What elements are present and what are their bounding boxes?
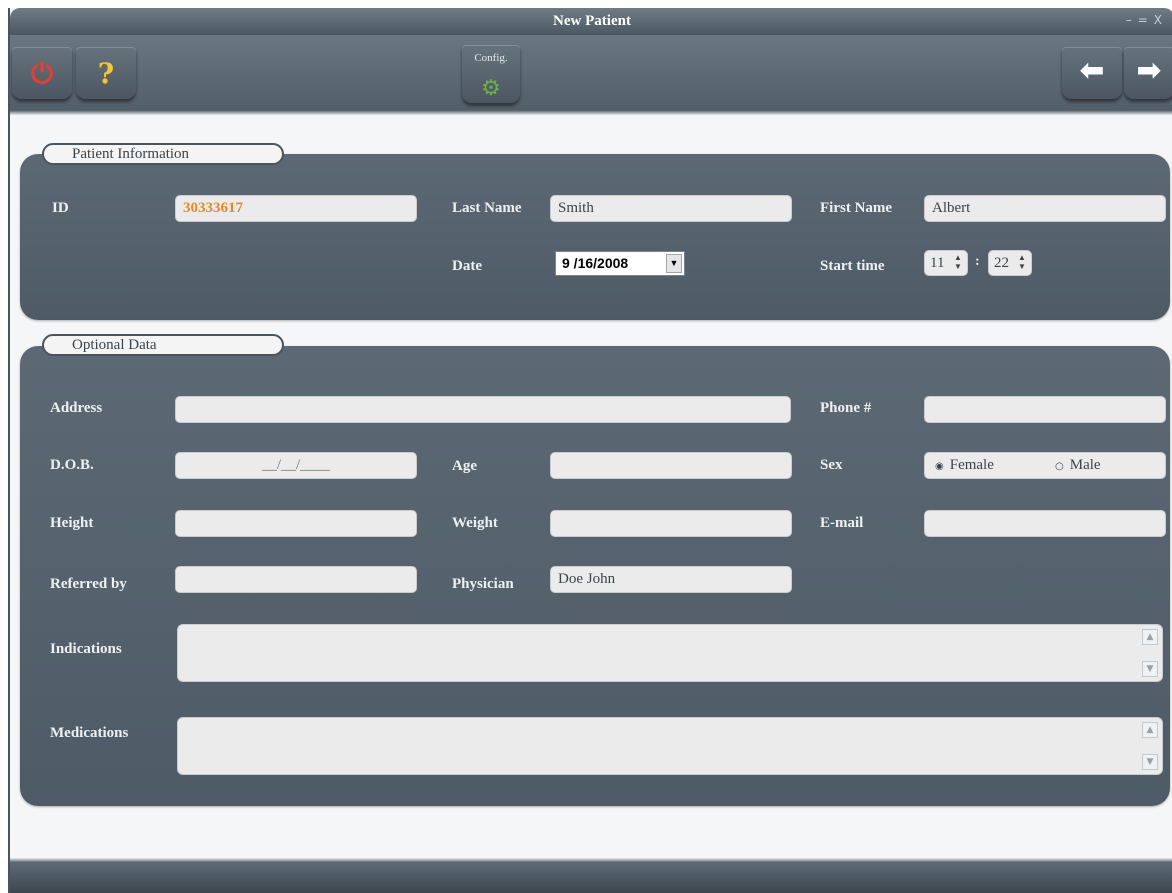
height-field[interactable] bbox=[175, 510, 417, 537]
phone-field[interactable] bbox=[924, 396, 1166, 423]
scroll-up-icon[interactable]: ▲ bbox=[1142, 722, 1158, 738]
age-label: Age bbox=[452, 458, 477, 474]
back-button[interactable]: ⬅ bbox=[1062, 47, 1122, 99]
email-label: E-mail bbox=[820, 515, 864, 531]
time-separator: : bbox=[975, 254, 980, 269]
config-button[interactable]: Config. ⚙ bbox=[462, 45, 520, 103]
email-field[interactable] bbox=[924, 510, 1166, 537]
first-name-field[interactable]: Albert bbox=[924, 195, 1166, 222]
title-bar: New Patient –=X bbox=[10, 8, 1172, 35]
height-label: Height bbox=[50, 515, 94, 531]
hour-stepper[interactable]: 11 ▲ ▼ bbox=[924, 250, 968, 276]
arrow-right-icon: ➡ bbox=[1136, 53, 1162, 88]
medications-scrollbar[interactable]: ▲ ▼ bbox=[1142, 722, 1158, 770]
address-label: Address bbox=[50, 400, 103, 416]
id-label: ID bbox=[52, 200, 69, 216]
forward-button[interactable]: ➡ bbox=[1124, 47, 1172, 99]
date-value: 9 /16/2008 bbox=[562, 255, 629, 271]
minimize-button[interactable]: – bbox=[1126, 13, 1138, 27]
hour-value: 11 bbox=[930, 255, 945, 271]
physician-label: Physician bbox=[452, 576, 514, 592]
power-icon: ⏻ bbox=[30, 57, 54, 90]
weight-label: Weight bbox=[452, 515, 498, 531]
help-button[interactable]: ? bbox=[76, 47, 136, 99]
referred-by-field[interactable] bbox=[175, 566, 417, 593]
sex-female-radio[interactable]: ◉ Female bbox=[935, 453, 994, 479]
first-name-label: First Name bbox=[820, 200, 893, 216]
sex-label: Sex bbox=[820, 457, 843, 473]
new-patient-window: New Patient –=X ⏻ ? Config. ⚙ ⬅ ➡ ID 303… bbox=[8, 8, 1172, 893]
chevron-down-icon[interactable]: ▼ bbox=[666, 254, 682, 273]
physician-field[interactable]: Doe John bbox=[550, 566, 792, 593]
date-picker[interactable]: 9 /16/2008 ▼ bbox=[555, 251, 685, 276]
optional-data-panel: Address Phone # D.O.B. __/__/____ Age Se… bbox=[20, 346, 1170, 806]
window-title: New Patient bbox=[553, 13, 631, 29]
indications-scrollbar[interactable]: ▲ ▼ bbox=[1142, 629, 1158, 677]
last-name-field[interactable]: Smith bbox=[550, 195, 792, 222]
age-field[interactable] bbox=[550, 452, 792, 479]
last-name-label: Last Name bbox=[452, 200, 522, 216]
stepper-arrows-icon[interactable]: ▲ ▼ bbox=[1016, 253, 1028, 271]
sex-radio-group: ◉ Female ○ Male bbox=[924, 452, 1166, 479]
radio-unselected-icon: ○ bbox=[1055, 461, 1064, 472]
weight-field[interactable] bbox=[550, 510, 792, 537]
power-button[interactable]: ⏻ bbox=[12, 47, 72, 99]
address-field[interactable] bbox=[175, 396, 791, 423]
id-field[interactable]: 30333617 bbox=[175, 195, 417, 222]
referred-by-label: Referred by bbox=[50, 576, 127, 592]
window-controls: –=X bbox=[1126, 13, 1168, 27]
scroll-down-icon[interactable]: ▼ bbox=[1142, 661, 1158, 677]
maximize-button[interactable]: = bbox=[1138, 13, 1154, 27]
arrow-left-icon: ⬅ bbox=[1079, 53, 1105, 88]
male-label: Male bbox=[1069, 457, 1101, 473]
indications-label: Indications bbox=[50, 641, 122, 657]
date-label: Date bbox=[452, 258, 482, 274]
config-label: Config. bbox=[474, 52, 508, 64]
dob-label: D.O.B. bbox=[50, 457, 94, 473]
female-label: Female bbox=[949, 457, 994, 473]
medications-label: Medications bbox=[50, 725, 129, 741]
minute-value: 22 bbox=[994, 255, 1009, 271]
patient-information-tab: Patient Information bbox=[42, 143, 284, 165]
patient-information-panel: ID 30333617 Last Name Smith First Name A… bbox=[20, 154, 1170, 320]
status-bar bbox=[10, 858, 1172, 893]
minute-stepper[interactable]: 22 ▲ ▼ bbox=[988, 250, 1032, 276]
dob-field[interactable]: __/__/____ bbox=[175, 452, 417, 479]
scroll-up-icon[interactable]: ▲ bbox=[1142, 629, 1158, 645]
phone-label: Phone # bbox=[820, 400, 872, 416]
scroll-down-icon[interactable]: ▼ bbox=[1142, 754, 1158, 770]
start-time-label: Start time bbox=[820, 258, 885, 274]
close-button[interactable]: X bbox=[1154, 13, 1168, 27]
medications-textarea[interactable]: ▲ ▼ bbox=[177, 717, 1163, 775]
optional-data-tab: Optional Data bbox=[42, 334, 284, 356]
radio-selected-icon: ◉ bbox=[935, 461, 944, 472]
help-icon: ? bbox=[97, 57, 115, 90]
stepper-arrows-icon[interactable]: ▲ ▼ bbox=[952, 253, 964, 271]
indications-textarea[interactable]: ▲ ▼ bbox=[177, 624, 1163, 682]
toolbar: ⏻ ? Config. ⚙ ⬅ ➡ bbox=[10, 35, 1172, 115]
sex-male-radio[interactable]: ○ Male bbox=[1055, 453, 1101, 479]
gear-icon: ⚙ bbox=[481, 76, 501, 101]
